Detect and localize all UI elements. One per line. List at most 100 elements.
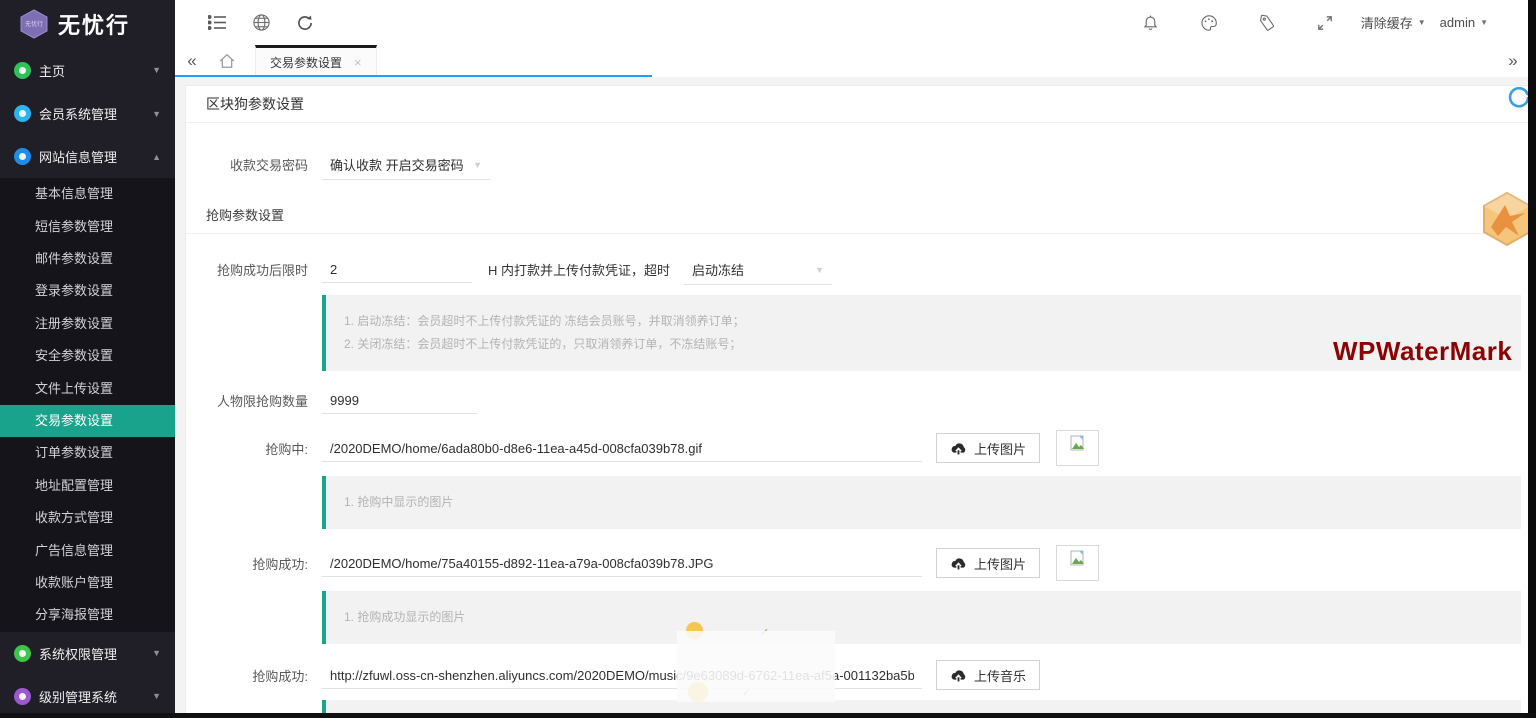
freeze-mode-select[interactable]: 启动冻结 ▼ bbox=[684, 254, 832, 285]
header-right-tools: 清除缓存 ▼ admin ▼ bbox=[1129, 8, 1488, 38]
tab-trade-params[interactable]: 交易参数设置 × bbox=[255, 45, 377, 77]
main-area: 清除缓存 ▼ admin ▼ « 交易参数设置 × » bbox=[175, 0, 1536, 718]
member-icon bbox=[14, 105, 31, 122]
success-image-preview[interactable] bbox=[1056, 545, 1099, 581]
note-line: 1. 抢购成功显示的图片 bbox=[344, 606, 1503, 629]
permissions-icon bbox=[14, 645, 31, 662]
sidebar-item-system-permissions[interactable]: 系统权限管理 ▼ bbox=[0, 632, 175, 675]
sidebar-item-label: 网站信息管理 bbox=[39, 147, 117, 166]
user-dropdown[interactable]: admin ▼ bbox=[1440, 15, 1488, 30]
tag-icon[interactable] bbox=[1245, 8, 1289, 38]
grabbing-image-note: 1. 抢购中显示的图片 bbox=[322, 476, 1521, 529]
chevron-down-icon: ▼ bbox=[152, 648, 161, 658]
notification-bell-icon[interactable] bbox=[1129, 8, 1173, 38]
site-info-icon bbox=[14, 148, 31, 165]
grabbing-image-preview[interactable] bbox=[1056, 430, 1099, 466]
success-image-note: 1. 抢购成功显示的图片 bbox=[322, 591, 1521, 644]
cloud-upload-icon bbox=[950, 557, 967, 570]
theme-palette-icon[interactable] bbox=[1187, 8, 1231, 38]
upload-button-label: 上传图片 bbox=[974, 439, 1026, 458]
clear-cache-dropdown[interactable]: 清除缓存 ▼ bbox=[1361, 13, 1426, 32]
chevron-down-icon: ▼ bbox=[152, 109, 161, 119]
form-row-limit: 人物限抢购数量 bbox=[186, 387, 1535, 414]
upload-button-label: 上传图片 bbox=[974, 554, 1026, 573]
floating-badge-icon[interactable] bbox=[1481, 191, 1533, 252]
refresh-icon[interactable] bbox=[283, 8, 327, 38]
sidebar-item-address-config[interactable]: 地址配置管理 bbox=[0, 470, 175, 502]
sidebar-item-basic-info[interactable]: 基本信息管理 bbox=[0, 178, 175, 210]
upload-image-button[interactable]: 上传图片 bbox=[936, 433, 1040, 463]
tabs-scroll-left-button[interactable]: « bbox=[175, 45, 209, 77]
sidebar-item-order-params[interactable]: 订单参数设置 bbox=[0, 437, 175, 469]
loading-spinner-icon bbox=[1508, 87, 1530, 114]
chevron-down-icon: ▼ bbox=[152, 691, 161, 701]
note-line: 1. 抢购中显示的图片 bbox=[344, 491, 1503, 514]
form-row-success-music: 抢购成功: 上传音乐 bbox=[186, 660, 1535, 690]
success-image-path-input[interactable] bbox=[322, 550, 922, 577]
select-value: 确认收款 开启交易密码 bbox=[330, 155, 464, 174]
sidebar-item-ad-info[interactable]: 广告信息管理 bbox=[0, 535, 175, 567]
broken-image-icon bbox=[1070, 435, 1086, 452]
chevron-up-icon: ▲ bbox=[152, 152, 161, 162]
upload-music-button[interactable]: 上传音乐 bbox=[936, 660, 1040, 690]
field-label: 抢购成功: bbox=[206, 554, 308, 573]
trade-password-select[interactable]: 确认收款 开启交易密码 ▼ bbox=[322, 149, 490, 180]
field-label: 收款交易密码 bbox=[206, 155, 308, 174]
sidebar-item-site-info[interactable]: 网站信息管理 ▲ bbox=[0, 135, 175, 178]
sidebar-item-mail-params[interactable]: 邮件参数设置 bbox=[0, 243, 175, 275]
chevron-down-icon: ▼ bbox=[1418, 18, 1426, 27]
sidebar-item-login-params[interactable]: 登录参数设置 bbox=[0, 275, 175, 307]
svg-text:无忧行: 无忧行 bbox=[25, 20, 43, 28]
fullscreen-icon[interactable] bbox=[1303, 8, 1347, 38]
upload-button-label: 上传音乐 bbox=[974, 666, 1026, 685]
tab-bar: « 交易参数设置 × » bbox=[175, 45, 1536, 77]
field-label: 抢购成功: bbox=[206, 666, 308, 685]
clear-cache-label: 清除缓存 bbox=[1361, 13, 1413, 32]
sidebar-item-sms-params[interactable]: 短信参数管理 bbox=[0, 211, 175, 243]
top-header: 清除缓存 ▼ admin ▼ bbox=[175, 0, 1536, 45]
field-label: 抢购成功后限时 bbox=[206, 260, 308, 279]
collapse-menu-icon[interactable] bbox=[195, 8, 239, 38]
settings-panel: 区块狗参数设置 收款交易密码 确认收款 开启交易密码 ▼ 抢购参数设置 bbox=[185, 85, 1536, 718]
chevron-down-icon: ▼ bbox=[473, 160, 482, 170]
content-area: 区块狗参数设置 收款交易密码 确认收款 开启交易密码 ▼ 抢购参数设置 bbox=[175, 77, 1536, 718]
form-row-grabbing-image: 抢购中: 上传图片 bbox=[186, 430, 1535, 466]
sidebar-item-label: 级别管理系统 bbox=[39, 687, 117, 706]
broken-image-icon bbox=[1070, 550, 1086, 567]
chevron-down-icon: ▼ bbox=[815, 265, 824, 275]
app-window: 无忧行 无忧行 主页 ▼ 会员系统管理 ▼ 网站信息管理 ▲ 基本信息管理 短信… bbox=[0, 0, 1536, 718]
home-icon bbox=[14, 62, 31, 79]
chevron-down-icon: ▼ bbox=[1480, 18, 1488, 27]
section-title: 抢购参数设置 bbox=[186, 198, 1535, 234]
sidebar-item-payment-accounts[interactable]: 收款账户管理 bbox=[0, 567, 175, 599]
cloud-upload-icon bbox=[950, 442, 967, 455]
close-icon[interactable]: × bbox=[354, 55, 362, 70]
sidebar-item-member-system[interactable]: 会员系统管理 ▼ bbox=[0, 92, 175, 135]
sidebar-item-register-params[interactable]: 注册参数设置 bbox=[0, 308, 175, 340]
app-logo[interactable]: 无忧行 无忧行 bbox=[0, 0, 175, 49]
grabbing-image-path-input[interactable] bbox=[322, 435, 922, 462]
sidebar-item-upload-settings[interactable]: 文件上传设置 bbox=[0, 373, 175, 405]
sidebar-submenu: 基本信息管理 短信参数管理 邮件参数设置 登录参数设置 注册参数设置 安全参数设… bbox=[0, 178, 175, 631]
note-line: 1. 启动冻结：会员超时不上传付款凭证的 冻结会员账号，并取消领养订单； bbox=[344, 310, 1503, 333]
app-title: 无忧行 bbox=[58, 8, 130, 40]
screen-edge-artifact-bottom bbox=[0, 713, 1536, 718]
sidebar-item-label: 会员系统管理 bbox=[39, 104, 117, 123]
render-artifact-overlay bbox=[677, 631, 835, 702]
sidebar-item-label: 系统权限管理 bbox=[39, 644, 117, 663]
sidebar-item-security-params[interactable]: 安全参数设置 bbox=[0, 340, 175, 372]
timeout-hours-input[interactable] bbox=[322, 256, 472, 283]
purchase-limit-input[interactable] bbox=[322, 387, 477, 414]
sidebar-item-trade-params[interactable]: 交易参数设置 bbox=[0, 405, 175, 437]
sidebar-item-home[interactable]: 主页 ▼ bbox=[0, 49, 175, 92]
globe-icon[interactable] bbox=[239, 8, 283, 38]
home-tab-button[interactable] bbox=[209, 45, 245, 77]
sidebar-item-payment-methods[interactable]: 收款方式管理 bbox=[0, 502, 175, 534]
timeout-suffix-text: H 内打款并上传付款凭证，超时 bbox=[488, 260, 670, 279]
watermark-text: WPWaterMark bbox=[1333, 336, 1512, 367]
sidebar-item-label: 主页 bbox=[39, 61, 65, 80]
upload-image-button[interactable]: 上传图片 bbox=[936, 548, 1040, 578]
sidebar: 无忧行 无忧行 主页 ▼ 会员系统管理 ▼ 网站信息管理 ▲ 基本信息管理 短信… bbox=[0, 0, 175, 718]
sidebar-item-share-posters[interactable]: 分享海报管理 bbox=[0, 599, 175, 631]
sidebar-item-level-management[interactable]: 级别管理系统 ▼ bbox=[0, 675, 175, 718]
